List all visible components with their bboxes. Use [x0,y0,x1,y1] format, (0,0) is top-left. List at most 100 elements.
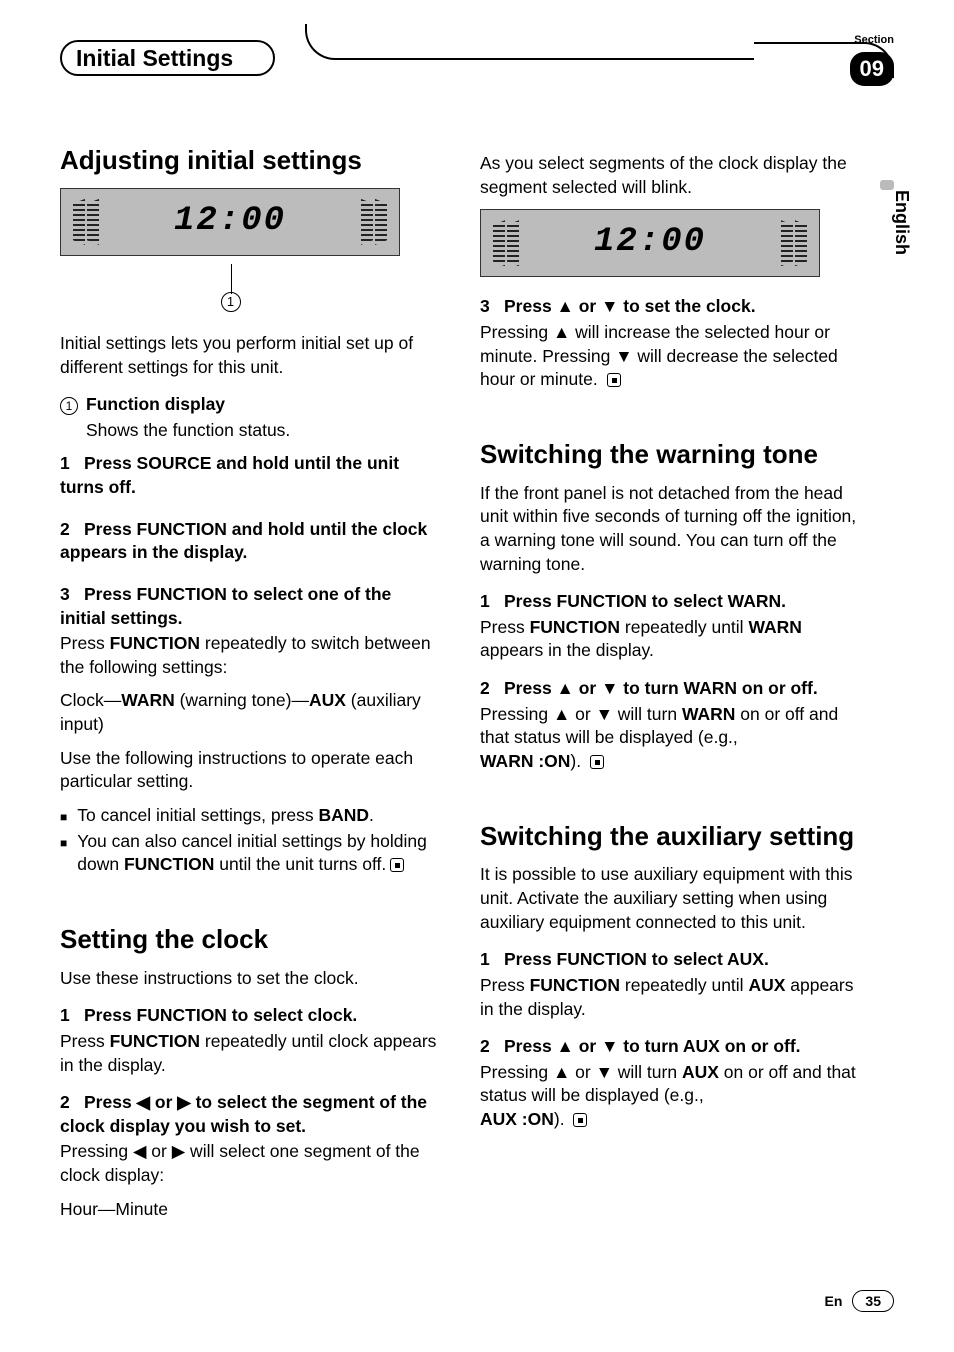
step-2: 2Press FUNCTION and hold until the clock… [60,518,440,565]
right-column: As you select segments of the clock disp… [480,146,860,1231]
step-heading: Press ◀ or ▶ to select the segment of th… [60,1092,427,1136]
down-arrow-icon: ▼ [596,704,613,724]
lcd-text-2: 12:00 [594,220,706,266]
heading-aux: Switching the auxiliary setting [480,822,860,852]
step-3-body2: Clock—WARN (warning tone)—AUX (auxiliary… [60,689,440,736]
step-num: 2 [480,677,504,701]
up-arrow-icon: ▲ [557,1036,574,1056]
step-heading: Press ▲ or ▼ to turn AUX on or off. [504,1036,801,1056]
heading-adjusting: Adjusting initial settings [60,146,440,176]
step-heading: Press ▲ or ▼ to turn WARN on or off. [504,678,818,698]
clock-step-1-body: Press FUNCTION repeatedly until clock ap… [60,1030,440,1077]
fn-label-row: 1 Function display [60,393,440,417]
down-arrow-icon: ▼ [601,296,618,316]
warn-step-1-body: Press FUNCTION repeatedly until WARN app… [480,616,860,663]
heading-warn: Switching the warning tone [480,440,860,470]
clock-step-2-body2: Hour—Minute [60,1198,440,1222]
step-heading: Press ▲ or ▼ to set the clock. [504,296,756,316]
step-3: 3Press FUNCTION to select one of the ini… [60,583,440,630]
step-3-body1: Press FUNCTION repeatedly to switch betw… [60,632,440,679]
lcd-text-1: 12:00 [174,199,286,245]
callout-circle-1: 1 [221,292,241,312]
step-heading: Press SOURCE and hold until the unit tur… [60,453,399,497]
lang-bar [880,180,894,190]
down-arrow-icon: ▼ [615,346,632,366]
step-num: 1 [60,1004,84,1028]
bullet-2: ■ You can also cancel initial settings b… [60,830,440,877]
step-num: 3 [60,583,84,607]
right-step-3: 3Press ▲ or ▼ to set the clock. [480,295,860,319]
step-num: 1 [480,948,504,972]
lcd-left-bars-icon [73,199,99,245]
clock-step-1: 1Press FUNCTION to select clock. [60,1004,440,1028]
end-mark-icon [390,858,404,872]
step-1: 1Press SOURCE and hold until the unit tu… [60,452,440,499]
warn-step-2-body: Pressing ▲ or ▼ will turn WARN on or off… [480,703,860,774]
step-num: 3 [480,295,504,319]
clock-step-2: 2Press ◀ or ▶ to select the segment of t… [60,1091,440,1138]
lcd-display-1: 12:00 [60,188,400,256]
language-tab: English [891,190,912,255]
step-num: 2 [480,1035,504,1059]
lcd-right-bars-icon [361,199,387,245]
page-number: 35 [852,1290,894,1312]
step-num: 1 [480,590,504,614]
warn-intro: If the front panel is not detached from … [480,482,860,577]
down-arrow-icon: ▼ [601,678,618,698]
header-row: Initial Settings [60,40,894,76]
up-arrow-icon: ▲ [557,678,574,698]
step-heading: Press FUNCTION to select WARN. [504,591,786,611]
left-arrow-icon: ◀ [133,1141,146,1161]
step-num: 1 [60,452,84,476]
left-arrow-icon: ◀ [137,1092,150,1112]
right-top-text: As you select segments of the clock disp… [480,152,860,199]
warn-step-2: 2Press ▲ or ▼ to turn WARN on or off. [480,677,860,701]
end-mark-icon [573,1113,587,1127]
right-arrow-icon: ▶ [172,1141,185,1161]
step-num: 2 [60,518,84,542]
header-title-pill: Initial Settings [60,40,275,76]
step-heading: Press FUNCTION to select AUX. [504,949,769,969]
fn-label-body: Shows the function status. [86,419,440,443]
fn-label: Function display [86,394,225,414]
left-column: Adjusting initial settings 12:00 1 Initi… [60,146,440,1231]
lcd-right-bars-icon [781,220,807,266]
right-arrow-icon: ▶ [177,1092,190,1112]
down-arrow-icon: ▼ [601,1036,618,1056]
end-mark-icon [590,755,604,769]
lcd-left-bars-icon [493,220,519,266]
bullet-icon: ■ [60,809,67,833]
step-heading: Press FUNCTION and hold until the clock … [60,519,427,563]
step-num: 2 [60,1091,84,1115]
right-step-3-body: Pressing ▲ will increase the selected ho… [480,321,860,392]
clock-step-2-body: Pressing ◀ or ▶ will select one segment … [60,1140,440,1187]
bullet-1: ■ To cancel initial settings, press BAND… [60,804,440,828]
aux-step-2-body: Pressing ▲ or ▼ will turn AUX on or off … [480,1061,860,1132]
intro-text: Initial settings lets you perform initia… [60,332,440,379]
clock-intro: Use these instructions to set the clock. [60,967,440,991]
up-arrow-icon: ▲ [553,322,570,342]
aux-step-1: 1Press FUNCTION to select AUX. [480,948,860,972]
end-mark-icon [607,373,621,387]
step-3-body3: Use the following instructions to operat… [60,747,440,794]
header-curve-left [305,24,754,60]
heading-clock: Setting the clock [60,925,440,955]
down-arrow-icon: ▼ [596,1062,613,1082]
up-arrow-icon: ▲ [553,1062,570,1082]
bullet-icon: ■ [60,835,67,882]
footer-lang: En [825,1293,843,1309]
aux-step-2: 2Press ▲ or ▼ to turn AUX on or off. [480,1035,860,1059]
aux-step-1-body: Press FUNCTION repeatedly until AUX appe… [480,974,860,1021]
step-heading: Press FUNCTION to select one of the init… [60,584,391,628]
step-heading: Press FUNCTION to select clock. [84,1005,357,1025]
callout-line: 1 [230,264,231,314]
up-arrow-icon: ▲ [553,704,570,724]
warn-step-1: 1Press FUNCTION to select WARN. [480,590,860,614]
lcd-display-2: 12:00 [480,209,820,277]
header-curve-right [754,42,894,78]
aux-intro: It is possible to use auxiliary equipmen… [480,863,860,934]
footer: En 35 [825,1290,894,1312]
up-arrow-icon: ▲ [557,296,574,316]
callout-ref-1: 1 [60,397,78,415]
content-columns: Adjusting initial settings 12:00 1 Initi… [60,146,894,1231]
